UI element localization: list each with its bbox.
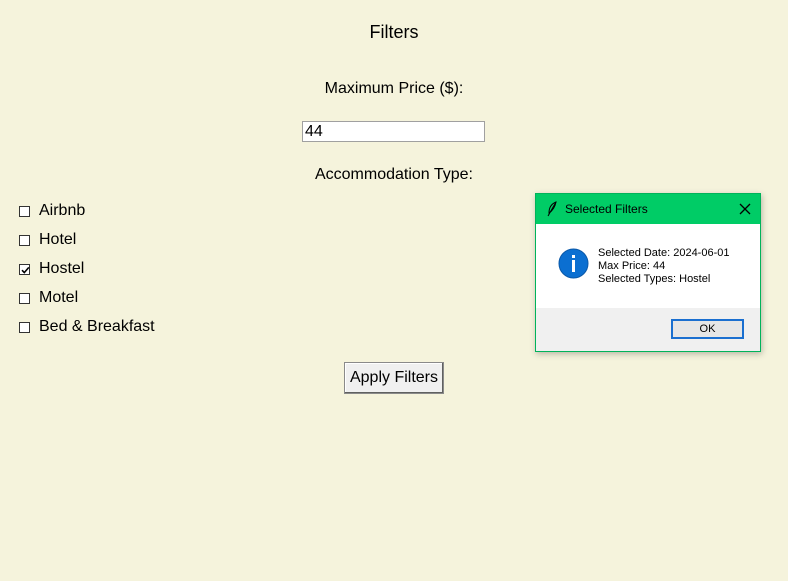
max-price-label: Maximum Price ($):	[324, 80, 464, 97]
dialog-title: Selected Filters	[565, 202, 648, 216]
checkbox-label: Motel	[39, 289, 79, 306]
checkbox-box[interactable]	[19, 263, 30, 275]
checkbox-hotel[interactable]: Hotel	[19, 229, 76, 251]
dialog-footer: OK	[536, 308, 760, 351]
dialog-titlebar[interactable]: Selected Filters	[536, 194, 760, 224]
checkbox-label: Hostel	[39, 260, 85, 277]
checkbox-label: Hotel	[39, 231, 77, 248]
checkbox-label: Bed & Breakfast	[39, 318, 155, 335]
feather-icon	[547, 201, 557, 217]
ok-button[interactable]: OK	[671, 319, 744, 339]
dialog-message: Selected Date: 2024-06-01 Max Price: 44 …	[598, 247, 729, 286]
checkbox-box[interactable]	[19, 205, 30, 217]
info-icon	[558, 248, 589, 279]
checkbox-bed-breakfast[interactable]: Bed & Breakfast	[19, 316, 155, 338]
checkmark-icon	[21, 266, 30, 274]
accommodation-type-label: Accommodation Type:	[314, 166, 473, 183]
close-icon[interactable]	[738, 202, 752, 216]
window-title: Filters	[369, 22, 419, 42]
dialog-message-line: Max Price: 44	[598, 260, 666, 272]
checkbox-hostel[interactable]: Hostel	[19, 258, 84, 280]
apply-filters-button[interactable]: Apply Filters	[344, 362, 444, 394]
checkbox-box[interactable]	[19, 321, 30, 333]
dialog-message-line: Selected Types: Hostel	[598, 273, 711, 285]
checkbox-motel[interactable]: Motel	[19, 287, 78, 309]
checkbox-box[interactable]	[19, 234, 30, 246]
checkbox-label: Airbnb	[39, 202, 86, 219]
dialog-message-line: Selected Date: 2024-06-01	[598, 247, 730, 259]
max-price-input[interactable]	[302, 121, 485, 142]
checkbox-box[interactable]	[19, 292, 30, 304]
dialog-body: Selected Date: 2024-06-01 Max Price: 44 …	[536, 224, 760, 308]
selected-filters-dialog: Selected Filters Selected Date: 2024-06-…	[535, 193, 761, 352]
checkbox-airbnb[interactable]: Airbnb	[19, 200, 85, 222]
